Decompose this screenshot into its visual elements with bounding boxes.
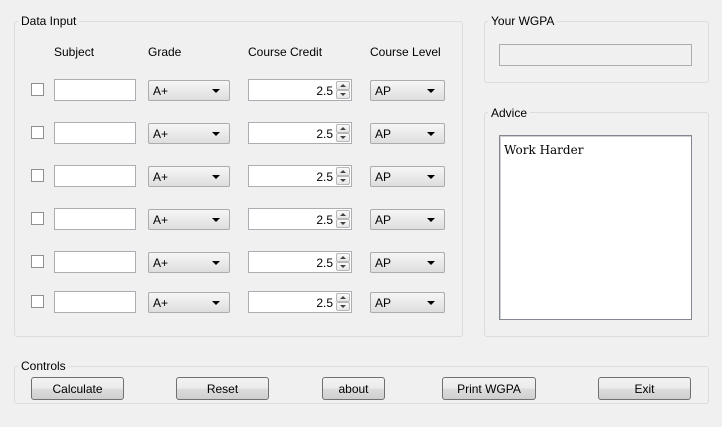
wgpa-title: Your WGPA [488, 14, 558, 28]
dropdown-arrow-icon [427, 218, 435, 222]
level-value: AP [375, 213, 392, 227]
spin-down-arrow-icon[interactable] [336, 176, 350, 185]
grade-value: A+ [153, 256, 169, 270]
course-row: A+ 2.5 AP [0, 122, 470, 144]
dropdown-arrow-icon [212, 89, 220, 93]
level-select[interactable]: AP [370, 252, 445, 273]
credit-spinbox[interactable]: 2.5 [248, 79, 352, 101]
about-button[interactable]: about [322, 377, 385, 400]
spin-down-arrow-icon[interactable] [336, 90, 350, 99]
dropdown-arrow-icon [427, 261, 435, 265]
dropdown-arrow-icon [427, 89, 435, 93]
grade-header: Grade [148, 45, 182, 59]
row-checkbox[interactable] [31, 126, 44, 139]
grade-value: A+ [153, 84, 169, 98]
subject-input[interactable] [54, 208, 136, 230]
credit-spinbox[interactable]: 2.5 [248, 208, 352, 230]
dropdown-arrow-icon [212, 301, 220, 305]
wgpa-output-field [499, 44, 692, 66]
level-value: AP [375, 296, 392, 310]
row-checkbox[interactable] [31, 255, 44, 268]
credit-spinbox[interactable]: 2.5 [248, 291, 352, 313]
grade-select[interactable]: A+ [148, 292, 230, 313]
row-checkbox[interactable] [31, 169, 44, 182]
controls-title: Controls [18, 359, 69, 373]
spin-up-arrow-icon[interactable] [336, 253, 350, 262]
credit-header: Course Credit [248, 45, 323, 59]
course-row: A+ 2.5 AP [0, 291, 470, 313]
dropdown-arrow-icon [427, 301, 435, 305]
row-checkbox[interactable] [31, 295, 44, 308]
reset-button[interactable]: Reset [176, 377, 269, 400]
subject-input[interactable] [54, 79, 136, 101]
subject-header: Subject [54, 45, 95, 59]
credit-spinbox[interactable]: 2.5 [248, 165, 352, 187]
subject-input[interactable] [54, 251, 136, 273]
level-header: Course Level [370, 45, 441, 59]
level-value: AP [375, 127, 392, 141]
credit-value: 2.5 [316, 256, 333, 270]
spin-down-arrow-icon[interactable] [336, 219, 350, 228]
level-value: AP [375, 256, 392, 270]
grade-select[interactable]: A+ [148, 209, 230, 230]
grade-select[interactable]: A+ [148, 80, 230, 101]
subject-input[interactable] [54, 122, 136, 144]
level-select[interactable]: AP [370, 166, 445, 187]
level-select[interactable]: AP [370, 209, 445, 230]
grade-value: A+ [153, 127, 169, 141]
spin-up-arrow-icon[interactable] [336, 210, 350, 219]
subject-input[interactable] [54, 291, 136, 313]
exit-button[interactable]: Exit [598, 377, 691, 400]
subject-input[interactable] [54, 165, 136, 187]
level-select[interactable]: AP [370, 80, 445, 101]
advice-title: Advice [488, 106, 531, 120]
grade-value: A+ [153, 213, 169, 227]
row-checkbox[interactable] [31, 212, 44, 225]
level-select[interactable]: AP [370, 292, 445, 313]
credit-spinbox[interactable]: 2.5 [248, 251, 352, 273]
spin-up-arrow-icon[interactable] [336, 167, 350, 176]
spin-up-arrow-icon[interactable] [336, 124, 350, 133]
credit-value: 2.5 [316, 170, 333, 184]
dropdown-arrow-icon [212, 261, 220, 265]
advice-text-area[interactable]: Work Harder [499, 135, 692, 320]
credit-value: 2.5 [316, 127, 333, 141]
level-value: AP [375, 170, 392, 184]
credit-value: 2.5 [316, 296, 333, 310]
course-row: A+ 2.5 AP [0, 79, 470, 101]
credit-spinbox[interactable]: 2.5 [248, 122, 352, 144]
spin-down-arrow-icon[interactable] [336, 133, 350, 142]
grade-select[interactable]: A+ [148, 123, 230, 144]
grade-select[interactable]: A+ [148, 252, 230, 273]
advice-text: Work Harder [504, 143, 584, 157]
spin-up-arrow-icon[interactable] [336, 293, 350, 302]
print-wgpa-button[interactable]: Print WGPA [442, 377, 536, 400]
credit-value: 2.5 [316, 84, 333, 98]
level-select[interactable]: AP [370, 123, 445, 144]
grade-value: A+ [153, 170, 169, 184]
data-input-title: Data Input [18, 14, 80, 28]
course-row: A+ 2.5 AP [0, 251, 470, 273]
dropdown-arrow-icon [212, 132, 220, 136]
course-row: A+ 2.5 AP [0, 165, 470, 187]
calculate-button[interactable]: Calculate [31, 377, 124, 400]
dropdown-arrow-icon [427, 175, 435, 179]
level-value: AP [375, 84, 392, 98]
credit-value: 2.5 [316, 213, 333, 227]
dropdown-arrow-icon [212, 218, 220, 222]
grade-value: A+ [153, 296, 169, 310]
dropdown-arrow-icon [427, 132, 435, 136]
spin-down-arrow-icon[interactable] [336, 302, 350, 311]
spin-down-arrow-icon[interactable] [336, 262, 350, 271]
course-row: A+ 2.5 AP [0, 208, 470, 230]
row-checkbox[interactable] [31, 83, 44, 96]
grade-select[interactable]: A+ [148, 166, 230, 187]
spin-up-arrow-icon[interactable] [336, 81, 350, 90]
dropdown-arrow-icon [212, 175, 220, 179]
